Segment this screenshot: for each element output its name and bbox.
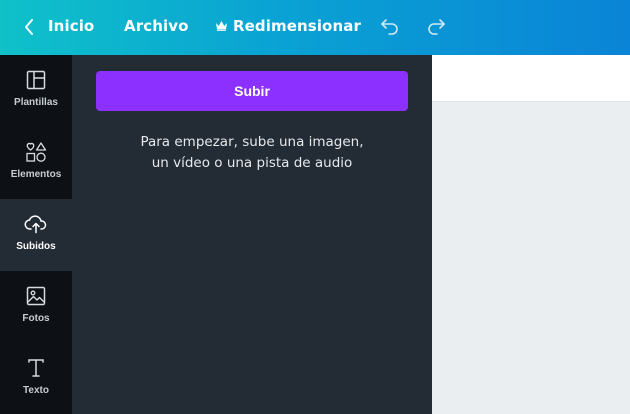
sidebar-item-elementos[interactable]: Elementos xyxy=(0,127,72,199)
helper-line-1: Para empezar, sube una imagen, xyxy=(140,134,364,150)
resize-button[interactable]: Redimensionar xyxy=(215,17,361,35)
sidebar-item-plantillas[interactable]: Plantillas xyxy=(0,55,72,127)
shapes-icon xyxy=(25,141,47,163)
sidebar-item-label: Plantillas xyxy=(14,97,58,108)
redo-icon[interactable] xyxy=(425,15,447,41)
canvas-toolbar xyxy=(432,55,630,102)
sidebar-item-label: Elementos xyxy=(10,169,62,180)
resize-label: Redimensionar xyxy=(233,17,361,35)
uploads-panel: Subir Para empezar, sube una imagen, un … xyxy=(72,55,432,414)
cloud-upload-icon xyxy=(24,213,48,235)
sidebar-item-label: Fotos xyxy=(22,313,50,324)
sidebar-item-label: Texto xyxy=(23,385,49,396)
top-bar: Inicio Archivo Redimensionar xyxy=(0,0,630,55)
chevron-left-icon[interactable] xyxy=(20,14,38,40)
editor-canvas[interactable] xyxy=(432,102,630,414)
sidebar-item-fotos[interactable]: Fotos xyxy=(0,271,72,343)
undo-icon[interactable] xyxy=(379,15,401,41)
home-link[interactable]: Inicio xyxy=(48,17,94,35)
sidebar-item-texto[interactable]: Texto xyxy=(0,343,72,414)
templates-icon xyxy=(26,69,46,91)
crown-icon xyxy=(215,17,228,35)
sidebar-item-subidos[interactable]: Subidos xyxy=(0,199,72,271)
helper-line-2: un vídeo o una pista de audio xyxy=(151,155,353,171)
upload-button[interactable]: Subir xyxy=(96,71,408,111)
file-menu[interactable]: Archivo xyxy=(124,17,189,35)
sidebar-item-label: Subidos xyxy=(16,241,56,252)
text-icon xyxy=(26,357,46,379)
upload-helper-text: Para empezar, sube una imagen, un vídeo … xyxy=(96,132,408,174)
image-icon xyxy=(26,285,46,307)
sidebar-rail: Plantillas Elementos Subidos Fotos Texto xyxy=(0,55,72,414)
